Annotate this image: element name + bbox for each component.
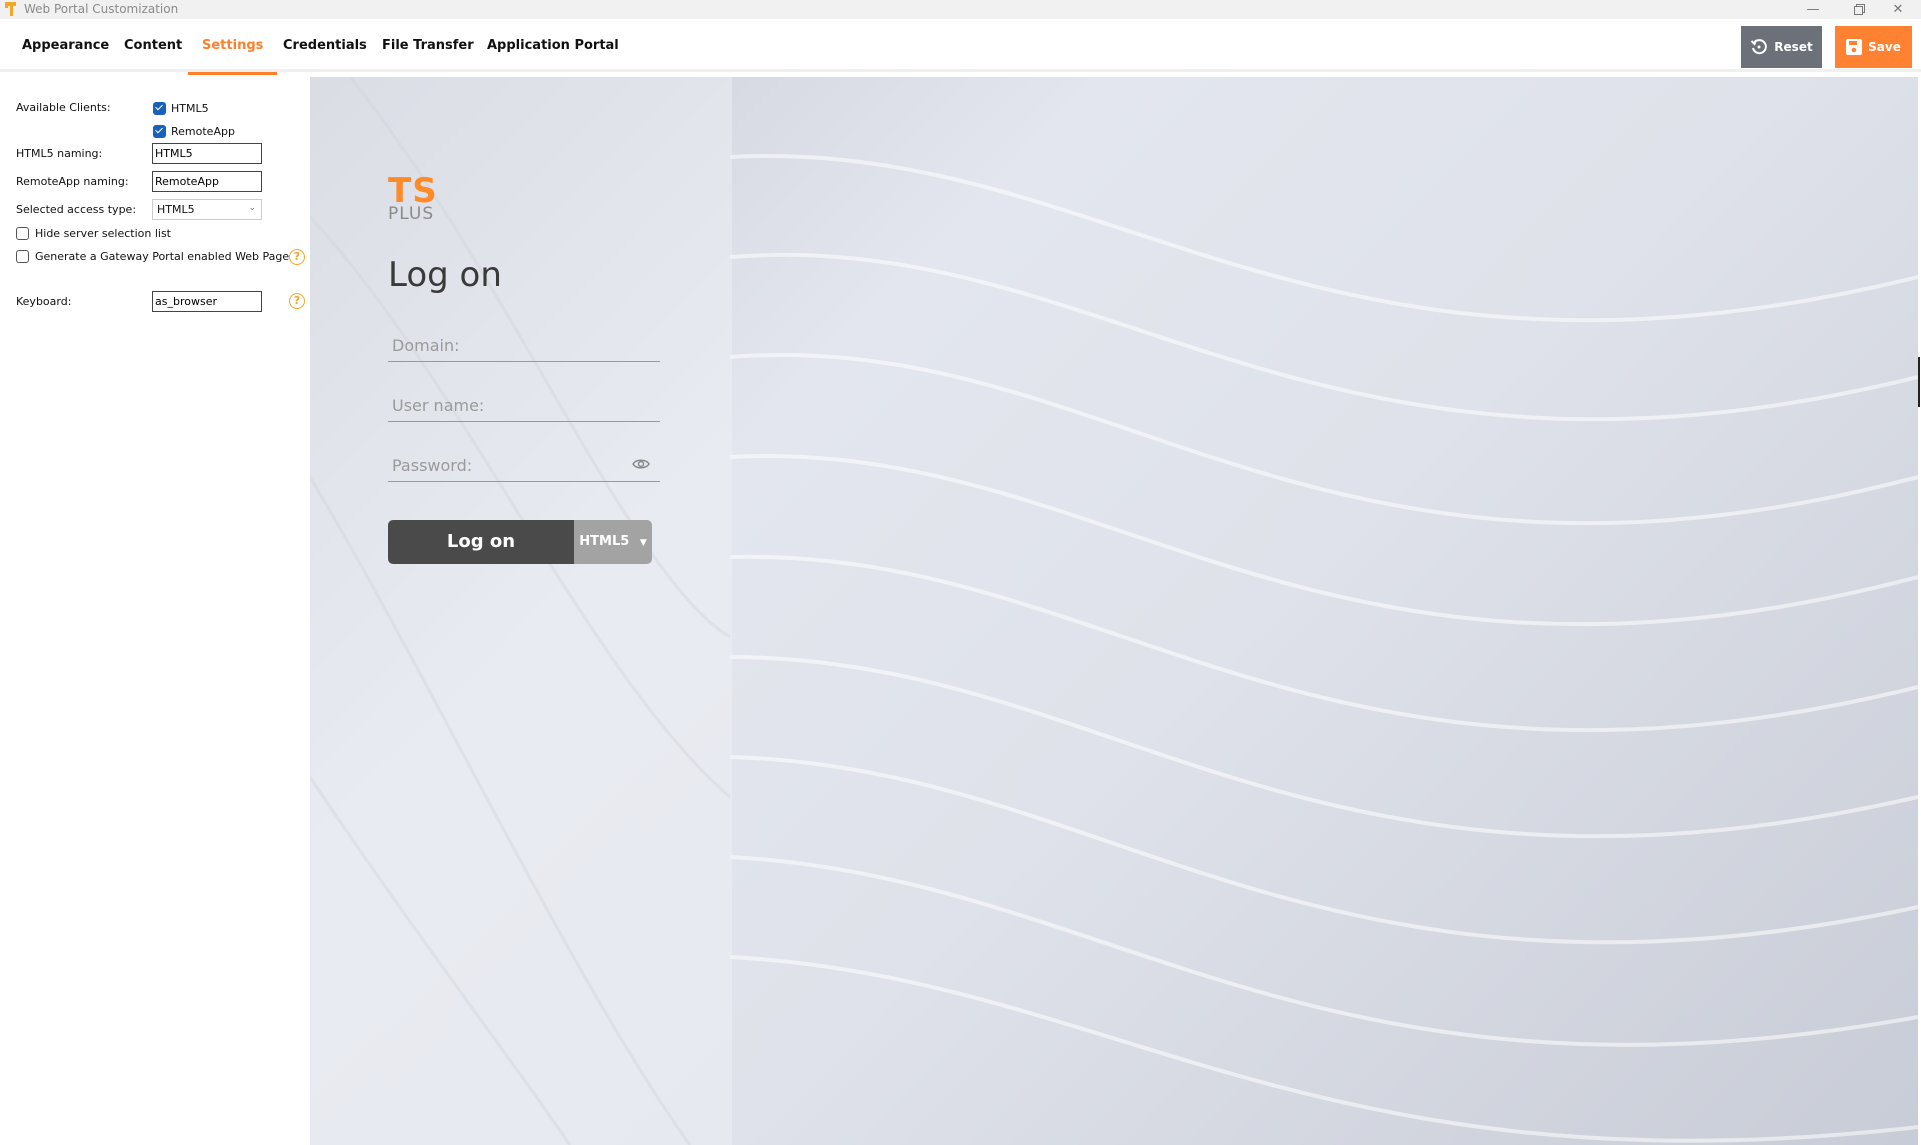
tab-application-portal[interactable]: Application Portal: [473, 19, 633, 72]
keyboard-help-icon[interactable]: ?: [289, 293, 305, 309]
save-icon: [1846, 39, 1863, 55]
html5-client-label: HTML5: [171, 102, 209, 115]
reset-label: Reset: [1774, 40, 1813, 54]
tab-credentials[interactable]: Credentials: [269, 19, 381, 72]
gateway-portal-label: Generate a Gateway Portal enabled Web Pa…: [35, 250, 290, 263]
html5-client-checkbox[interactable]: [153, 102, 166, 115]
remoteapp-naming-label: RemoteApp naming:: [16, 175, 129, 188]
gateway-portal-checkbox[interactable]: [16, 250, 29, 263]
domain-field[interactable]: Domain:: [388, 330, 660, 362]
keyboard-input[interactable]: [152, 291, 262, 312]
tab-file-transfer[interactable]: File Transfer: [368, 19, 488, 72]
client-type-dropdown[interactable]: HTML5 ▼: [574, 520, 652, 564]
login-page-preview: TS PLUS Log on Domain: User name: Passwo…: [310, 77, 1918, 1145]
client-type-label: HTML5: [579, 534, 630, 549]
reset-button[interactable]: Reset: [1741, 26, 1822, 68]
access-type-select[interactable]: HTML5 ⌄: [152, 199, 262, 220]
html5-naming-input[interactable]: [152, 143, 262, 164]
close-icon: ✕: [1892, 2, 1904, 17]
username-placeholder: User name:: [392, 396, 485, 415]
settings-panel: Available Clients: HTML5 RemoteApp HTML5…: [0, 75, 310, 1145]
logo-ts: TS: [388, 171, 438, 211]
minimize-button[interactable]: —: [1790, 0, 1836, 19]
keyboard-label: Keyboard:: [16, 295, 72, 308]
available-clients-label: Available Clients:: [16, 101, 111, 114]
caret-down-icon: ▼: [639, 538, 647, 548]
login-panel: TS PLUS Log on Domain: User name: Passwo…: [310, 77, 732, 1145]
logo-plus: PLUS: [388, 204, 435, 224]
remoteapp-client-checkbox[interactable]: [153, 125, 166, 138]
logon-heading: Log on: [388, 255, 502, 295]
remoteapp-client-label: RemoteApp: [171, 125, 235, 138]
logon-button[interactable]: Log on: [388, 520, 574, 564]
password-field[interactable]: Password:: [388, 450, 660, 482]
tab-content[interactable]: Content: [110, 19, 196, 72]
hide-server-list-label: Hide server selection list: [35, 227, 171, 240]
hide-server-list-checkbox[interactable]: [16, 227, 29, 240]
save-button[interactable]: Save: [1835, 26, 1912, 68]
username-field[interactable]: User name:: [388, 390, 660, 422]
remoteapp-naming-input[interactable]: [152, 171, 262, 192]
title-bar: Web Portal Customization — ✕: [0, 0, 1921, 19]
save-label: Save: [1868, 40, 1901, 54]
access-type-label: Selected access type:: [16, 203, 137, 216]
show-password-icon[interactable]: [632, 458, 650, 470]
domain-placeholder: Domain:: [392, 336, 460, 355]
minimize-icon: —: [1806, 2, 1820, 17]
chevron-down-icon: ⌄: [248, 203, 256, 213]
window-title: Web Portal Customization: [24, 2, 179, 16]
tab-bar: Appearance Content Settings Credentials …: [0, 19, 1921, 75]
tab-appearance[interactable]: Appearance: [8, 19, 123, 72]
password-placeholder: Password:: [392, 456, 473, 475]
tab-settings[interactable]: Settings: [188, 19, 278, 75]
tsplus-logo: TS PLUS: [388, 171, 438, 224]
html5-naming-label: HTML5 naming:: [16, 147, 103, 160]
app-icon: [5, 2, 16, 16]
scrollbar-thumb[interactable]: [1918, 357, 1920, 407]
close-button[interactable]: ✕: [1875, 0, 1921, 19]
access-type-value: HTML5: [157, 203, 195, 216]
reset-icon: [1751, 39, 1768, 55]
restore-icon: [1853, 4, 1865, 15]
gateway-help-icon[interactable]: ?: [289, 249, 305, 265]
